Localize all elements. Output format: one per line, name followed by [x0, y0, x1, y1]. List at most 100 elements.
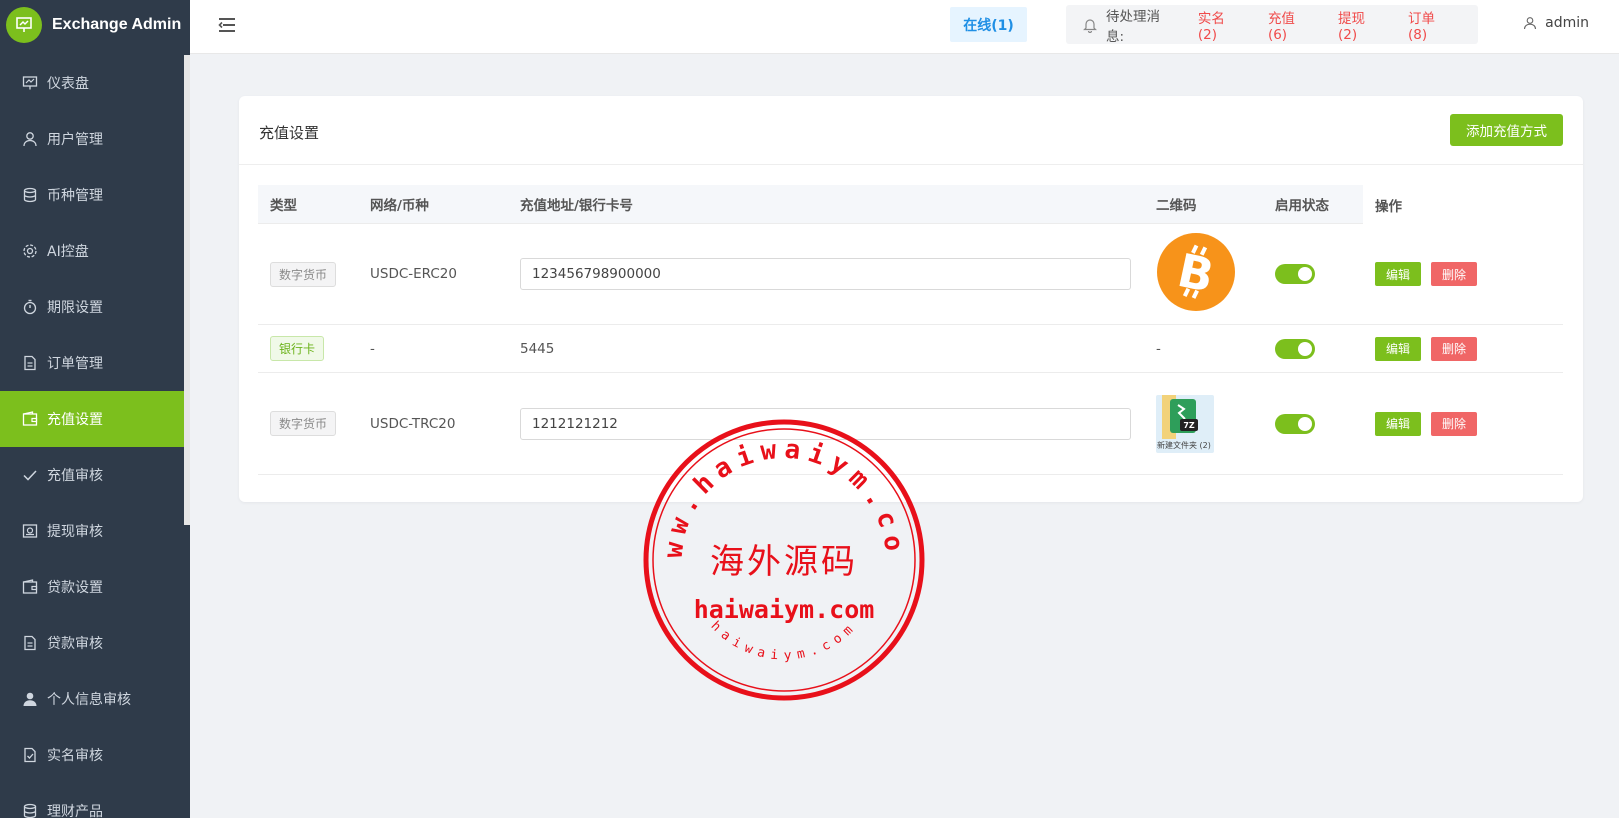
sidebar-item-label: 用户管理 — [47, 132, 103, 148]
toggle-knob — [1298, 416, 1312, 431]
sidebar-item-ai-control[interactable]: AI控盘 — [0, 223, 190, 279]
sidebar-item-label: 订单管理 — [47, 356, 103, 372]
sidebar-item-label: 期限设置 — [47, 300, 103, 316]
enabled-toggle[interactable] — [1275, 413, 1315, 434]
column-header-status: 启用状态 — [1275, 198, 1329, 214]
sidebar: Exchange Admin 仪表盘 用户管理 币种管理 AI控盘 期限设置 订… — [0, 0, 190, 818]
document-icon — [22, 635, 38, 651]
sidebar-item-term-settings[interactable]: 期限设置 — [0, 279, 190, 335]
sidebar-item-withdraw-review[interactable]: 提现审核 — [0, 503, 190, 559]
enabled-toggle[interactable] — [1275, 264, 1315, 284]
sidebar-item-currency[interactable]: 币种管理 — [0, 167, 190, 223]
table-row: 数字货币 USDC-TRC20 7Z 新建文件夹 (2) 编辑 — [258, 373, 1563, 475]
check-icon — [22, 467, 38, 483]
recharge-settings-card: 充值设置 添加充值方式 类型 网络/币种 充值地址/银行卡号 二维码 启用状态 … — [239, 96, 1583, 502]
online-count-badge[interactable]: 在线(1) — [950, 7, 1027, 42]
pending-kyc-link[interactable]: 实名(2) — [1198, 7, 1244, 43]
sidebar-item-label: 贷款设置 — [47, 580, 103, 596]
person-icon — [22, 691, 38, 707]
user-icon — [22, 131, 38, 147]
username: admin — [1545, 15, 1589, 31]
type-tag: 数字货币 — [270, 261, 337, 287]
wallet-icon — [22, 411, 38, 427]
user-icon — [1523, 16, 1537, 30]
pending-withdraw-link[interactable]: 提现(2) — [1338, 7, 1384, 43]
delete-button[interactable]: 删除 — [1431, 262, 1478, 286]
sidebar-item-loan-review[interactable]: 贷款审核 — [0, 615, 190, 671]
table-row: 数字货币 USDC-ERC20 B 编辑 删除 — [258, 224, 1563, 325]
svg-text:haiwaiym.com: haiwaiym.com — [708, 619, 861, 664]
menu-toggle-icon[interactable] — [218, 16, 236, 34]
column-header-qr: 二维码 — [1156, 198, 1197, 214]
enabled-toggle[interactable] — [1275, 338, 1315, 359]
pending-label: 待处理消息: — [1106, 8, 1160, 45]
top-header: 在线(1) 待处理消息: 实名(2) 充值(6) 提现(2) 订单(8) adm… — [190, 0, 1619, 54]
pending-recharge-link[interactable]: 充值(6) — [1268, 7, 1314, 43]
gear-icon — [22, 243, 38, 259]
file-check-icon — [22, 747, 38, 763]
sidebar-item-label: AI控盘 — [47, 244, 89, 260]
sidebar-item-loan-settings[interactable]: 贷款设置 — [0, 559, 190, 615]
delete-button[interactable]: 删除 — [1431, 336, 1478, 361]
stamp-url-text: haiwaiym.com — [694, 595, 875, 624]
sidebar-item-recharge-settings[interactable]: 充值设置 — [0, 391, 190, 447]
card-header: 充值设置 添加充值方式 — [239, 96, 1583, 165]
stopwatch-icon — [22, 299, 38, 315]
add-recharge-method-button[interactable]: 添加充值方式 — [1450, 114, 1563, 146]
bitcoin-qr-icon[interactable]: B — [1156, 232, 1236, 312]
sidebar-item-label: 贷款审核 — [47, 636, 103, 652]
sidebar-item-users[interactable]: 用户管理 — [0, 111, 190, 167]
svg-text:7Z: 7Z — [1183, 421, 1195, 430]
brand-title: Exchange Admin — [52, 16, 182, 33]
qr-thumbnail[interactable]: 7Z 新建文件夹 (2) — [1156, 394, 1214, 453]
toggle-knob — [1298, 267, 1312, 281]
recharge-methods-table: 类型 网络/币种 充值地址/银行卡号 二维码 启用状态 操作 数字货币 USDC… — [258, 185, 1563, 475]
qr-cell: - — [1156, 340, 1161, 357]
network-cell: - — [370, 340, 375, 357]
address-cell: 5445 — [520, 340, 555, 357]
dashboard-icon — [22, 75, 38, 91]
edit-button[interactable]: 编辑 — [1375, 411, 1422, 436]
edit-button[interactable]: 编辑 — [1375, 336, 1422, 361]
sidebar-item-orders[interactable]: 订单管理 — [0, 335, 190, 391]
sidebar-item-label: 充值审核 — [47, 468, 103, 484]
sidebar-item-label: 仪表盘 — [47, 76, 89, 92]
brand-logo-icon — [6, 7, 42, 43]
stamp-center-text: 海外源码 — [710, 542, 858, 582]
sidebar-item-recharge-review[interactable]: 充值审核 — [0, 447, 190, 503]
type-tag: 银行卡 — [270, 336, 325, 361]
qr-file-caption: 新建文件夹 (2) — [1157, 440, 1211, 450]
sidebar-item-wealth-products[interactable]: 理财产品 — [0, 783, 190, 818]
column-header-address: 充值地址/银行卡号 — [520, 198, 633, 214]
network-cell: USDC-ERC20 — [370, 266, 457, 282]
column-header-type: 类型 — [270, 198, 297, 214]
edit-button[interactable]: 编辑 — [1375, 262, 1422, 286]
type-tag: 数字货币 — [270, 411, 337, 436]
stamp-bottom-arc: haiwaiym.com — [708, 619, 855, 664]
sidebar-item-label: 实名审核 — [47, 748, 103, 764]
database-icon — [22, 803, 38, 818]
address-input[interactable] — [520, 407, 1131, 440]
database-icon — [22, 187, 38, 203]
pending-orders-link[interactable]: 订单(8) — [1408, 7, 1454, 43]
sidebar-item-label: 提现审核 — [47, 524, 103, 540]
bell-icon — [1082, 17, 1098, 33]
page-title: 充值设置 — [259, 124, 320, 142]
sidebar-item-dashboard[interactable]: 仪表盘 — [0, 55, 190, 111]
user-menu[interactable]: admin — [1523, 15, 1589, 31]
delete-button[interactable]: 删除 — [1431, 411, 1478, 436]
sidebar-item-label: 理财产品 — [47, 804, 103, 818]
document-icon — [22, 355, 38, 371]
pending-messages-bar: 待处理消息: 实名(2) 充值(6) 提现(2) 订单(8) — [1066, 5, 1478, 45]
sidebar-item-profile-review[interactable]: 个人信息审核 — [0, 671, 190, 727]
address-input[interactable] — [520, 258, 1131, 290]
network-cell: USDC-TRC20 — [370, 415, 456, 432]
wallet-icon — [22, 579, 38, 595]
column-header-network: 网络/币种 — [370, 198, 429, 214]
sidebar-scrollbar[interactable] — [184, 55, 190, 525]
sidebar-item-kyc-review[interactable]: 实名审核 — [0, 727, 190, 783]
sidebar-item-label: 充值设置 — [47, 412, 103, 428]
sidebar-item-label: 币种管理 — [47, 188, 103, 204]
withdraw-icon — [22, 523, 38, 539]
brand[interactable]: Exchange Admin — [0, 0, 190, 50]
